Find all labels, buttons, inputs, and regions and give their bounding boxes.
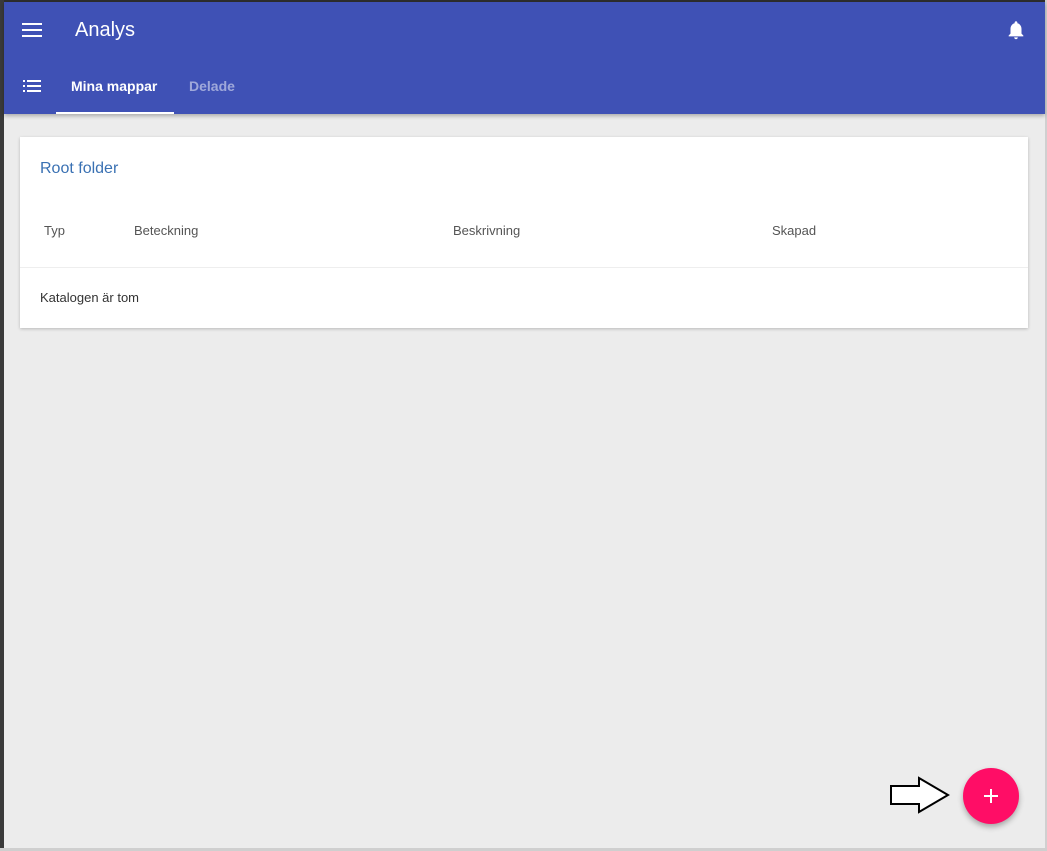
folder-title: Root folder	[40, 160, 119, 177]
column-header-typ[interactable]: Typ	[44, 223, 65, 239]
folder-card: Root folder Typ Beteckning Beskrivning S…	[20, 137, 1028, 328]
tab-active-indicator	[56, 112, 174, 114]
plus-icon	[984, 789, 998, 803]
tab-mina-mappar-label: Mina mappar	[71, 78, 158, 94]
column-header-beskrivning[interactable]: Beskrivning	[453, 223, 520, 239]
list-icon	[23, 79, 41, 93]
app-title: Analys	[75, 19, 136, 41]
bell-icon[interactable]	[1005, 19, 1027, 41]
window-left-border	[0, 0, 4, 851]
column-header-beteckning[interactable]: Beteckning	[134, 223, 198, 239]
empty-folder-message: Katalogen är tom	[40, 290, 140, 305]
app-bar: Analys Mina mappar Delade	[4, 2, 1045, 114]
tab-delade-label: Delade	[189, 78, 235, 94]
tab-mina-mappar[interactable]: Mina mappar	[56, 72, 174, 114]
tab-delade[interactable]: Delade	[174, 72, 250, 114]
add-button[interactable]	[963, 768, 1019, 824]
menu-icon[interactable]	[22, 22, 42, 38]
arrow-right-icon	[889, 776, 951, 814]
column-header-skapad[interactable]: Skapad	[772, 223, 816, 239]
table-divider	[20, 267, 1028, 268]
